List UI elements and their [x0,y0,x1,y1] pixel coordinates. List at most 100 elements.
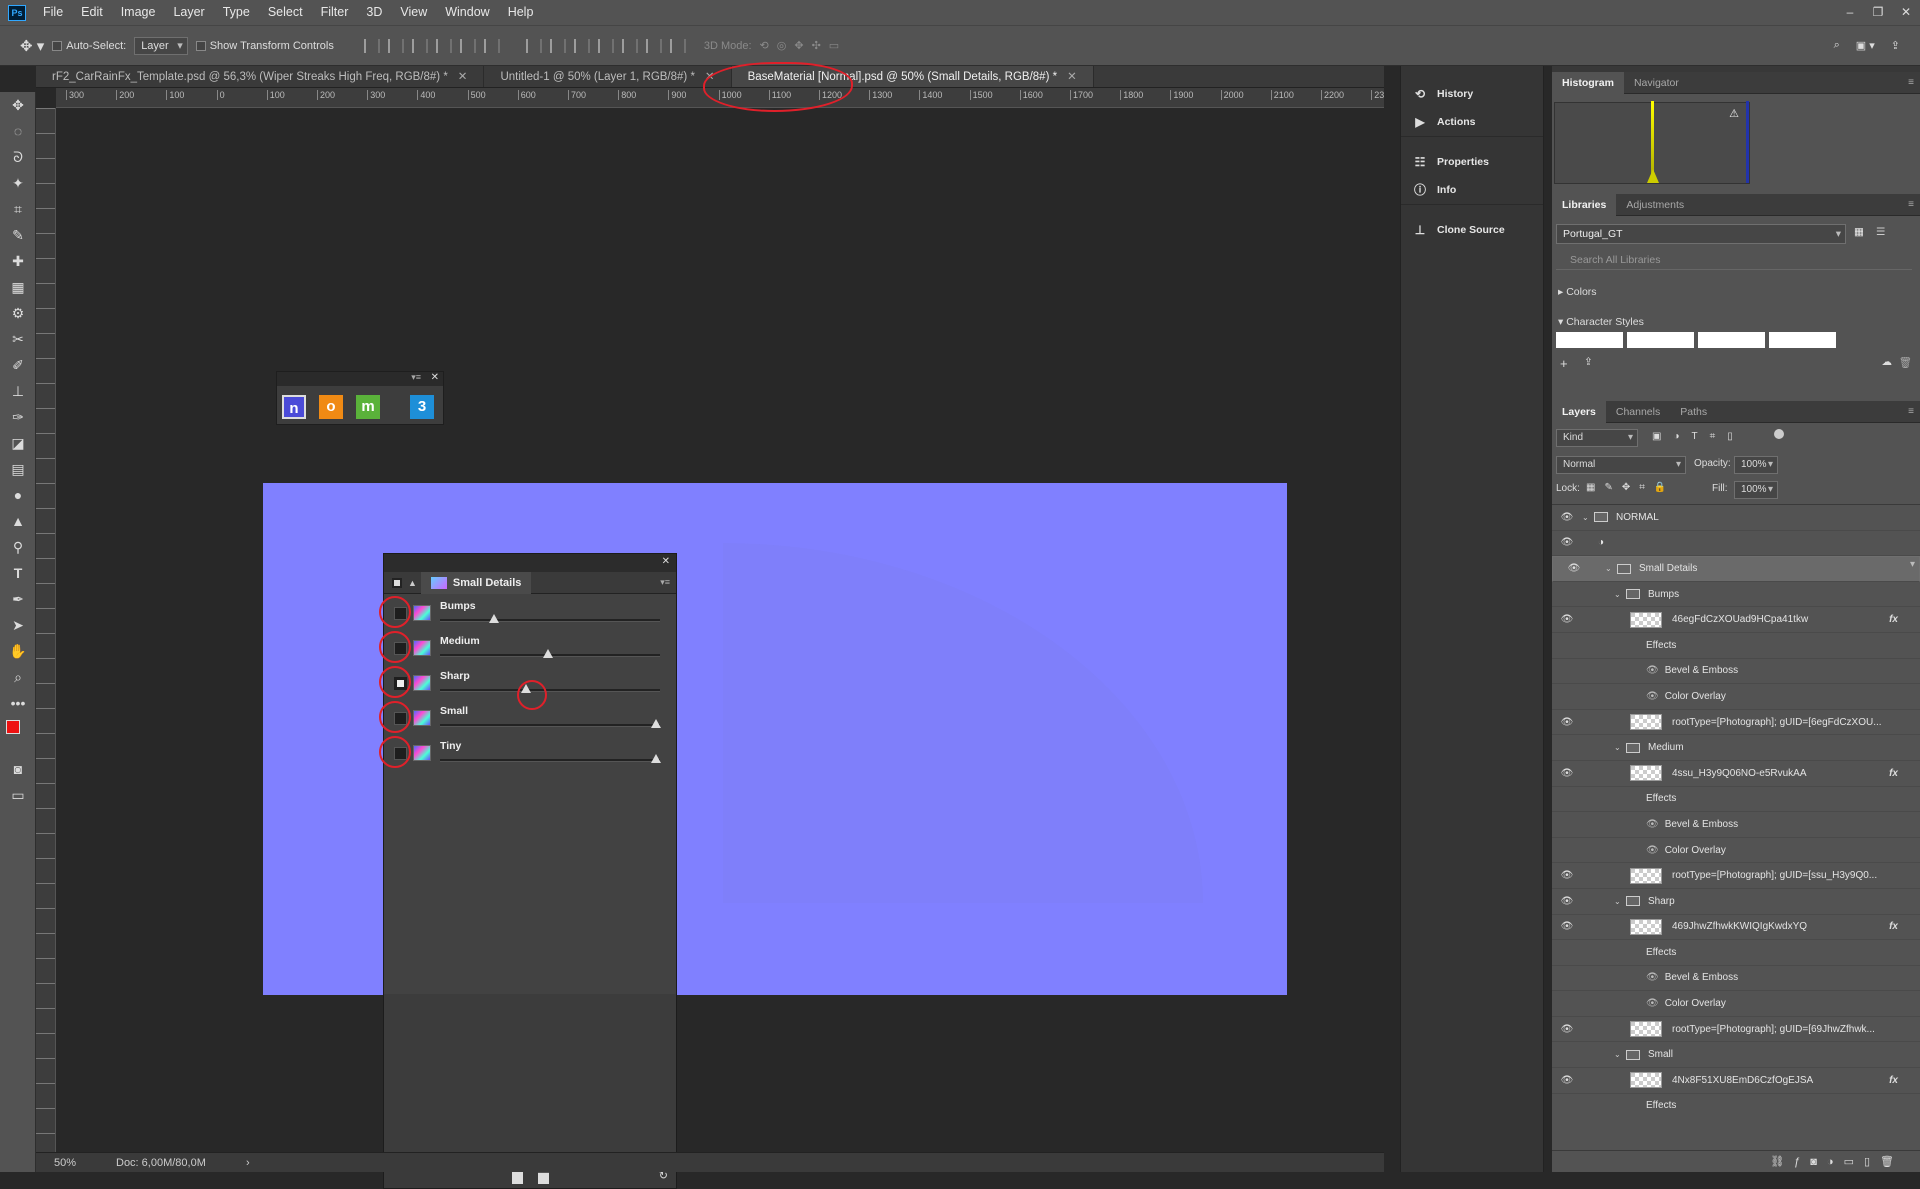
tab-adjustments[interactable]: Adjustments [1616,194,1694,216]
healing-brush-tool-icon[interactable]: ✚ [0,248,36,274]
panel-menu-icon[interactable]: ≡ [1908,406,1914,417]
cloud-icon[interactable]: ☁ [1882,356,1893,368]
layer-row[interactable]: 👁 4Nx8F51XU8EmD6CzfOgEJSA fx [1552,1068,1920,1094]
layer-row[interactable]: 👁 ⌄ NORMAL [1552,505,1920,531]
expand-chevron-icon[interactable]: ⌄ [1614,897,1626,906]
auto-select-checkbox[interactable]: Auto-Select: [52,40,126,52]
fx-icon[interactable]: fx [1889,614,1898,625]
tab-layers[interactable]: Layers [1552,400,1606,423]
menu-view[interactable]: View [391,0,436,25]
fx-icon[interactable]: fx [1889,1075,1898,1086]
close-button[interactable]: ✕ [1892,0,1920,25]
visibility-eye-icon[interactable]: 👁 [1552,1075,1582,1086]
distribute-left-icon[interactable] [597,38,614,53]
layer-row[interactable]: 👁 Bevel & Emboss [1552,966,1920,992]
layer-row[interactable]: 👁 ◑ [1552,531,1920,557]
layer-row[interactable]: 👁 46egFdCzXOUad9HCpa41tkw fx [1552,607,1920,633]
eraser-tool-icon[interactable]: ◪ [0,430,36,456]
tab-channels[interactable]: Channels [1606,401,1670,423]
quick-mask-icon[interactable]: ◙ [0,756,36,782]
fx-icon[interactable]: fx [1889,768,1898,779]
workspace-icon[interactable]: ▣ ▾ [1856,39,1875,52]
layer-row[interactable]: Effects [1552,940,1920,966]
menu-help[interactable]: Help [499,0,543,25]
filter-toggle[interactable] [1774,429,1784,439]
type-tool-icon[interactable]: T [0,560,36,586]
effect-eye-icon[interactable]: 👁 [1646,691,1659,702]
sharpen-tool-icon[interactable]: ▲ [0,508,36,534]
filter-kind-dropdown[interactable]: Kind [1556,429,1638,447]
scale-3d-icon[interactable]: ▭ [829,39,839,52]
canvas-area[interactable]: ▾≡ ✕ n o m 3 ✕ ▲ Small Details ▾≡ Bumps M… [56,108,1384,1189]
plugin-o-icon[interactable]: o [319,395,343,419]
crop-tool-icon[interactable]: ⌗ [0,196,36,222]
tab-libraries[interactable]: Libraries [1552,193,1617,216]
align-right-icon[interactable] [483,38,500,53]
layer-actions-icons[interactable]: ⛓ƒ◙◑▭▯🗑 [1770,1155,1904,1168]
patch-tool-icon[interactable]: ▦ [0,274,36,300]
distribute-vcenter-icon[interactable] [549,38,566,53]
visibility-eye-icon[interactable]: 👁 [1552,896,1582,907]
screen-mode-icon[interactable]: ▭ [0,782,36,808]
restore-button[interactable]: ❐ [1864,0,1892,25]
path-selection-tool-icon[interactable]: ➤ [0,612,36,638]
slider-track[interactable] [440,619,660,622]
layer-row[interactable]: ⌄ Small [1552,1042,1920,1069]
align-vcenter-icon[interactable] [387,38,404,53]
lock-icons[interactable]: ▦✎✥⌗🔒 [1586,482,1675,493]
panel-menu-icon[interactable]: ≡ [1908,77,1914,88]
layer-row[interactable]: 👁 Color Overlay [1552,991,1920,1017]
layer-row[interactable]: Effects [1552,1094,1920,1117]
dock-properties[interactable]: ☷ Properties [1401,148,1543,176]
align-hcenter-icon[interactable] [459,38,476,53]
char-style-swatches[interactable] [1556,332,1836,348]
layer-row[interactable]: 👁 rootType=[Photograph]; gUID=[ssu_H3y9Q0… [1552,863,1920,889]
distribute-hcenter-icon[interactable] [621,38,638,53]
menu-edit[interactable]: Edit [72,0,112,25]
magic-wand-tool-icon[interactable]: ✦ [0,170,36,196]
menu-image[interactable]: Image [112,0,165,25]
layer-row[interactable]: 👁 Color Overlay [1552,838,1920,864]
trash-icon[interactable]: 🗑 [1899,356,1912,369]
color-swatches[interactable] [0,716,36,756]
slider-track[interactable] [440,689,660,692]
tab-close-icon[interactable]: ✕ [1067,71,1077,83]
layer-row[interactable]: 👁 ⌄ Small Details [1552,556,1920,582]
gradient-tool-icon[interactable]: ▤ [0,456,36,482]
layer-row[interactable]: 👁 rootType=[Photograph]; gUID=[6egFdCzXOU… [1552,710,1920,736]
panel-close-icon[interactable]: ✕ [431,372,439,383]
minimize-button[interactable]: – [1836,0,1864,25]
layer-row[interactable]: Effects [1552,633,1920,659]
expand-chevron-icon[interactable]: ⌄ [1614,1050,1626,1059]
add-icon[interactable]: + [1560,356,1568,371]
lasso-tool-icon[interactable]: ᘐ [0,144,36,170]
align-top-icon[interactable] [363,38,380,53]
expand-chevron-icon[interactable]: ⌄ [1614,743,1626,752]
pen-tool-icon[interactable]: ✒ [0,586,36,612]
zoom-level[interactable]: 50% [36,1157,116,1169]
panel-menu-icon[interactable]: ▾≡ [411,372,421,383]
tab-close-icon[interactable]: ✕ [458,71,468,83]
slider-handle[interactable] [543,649,553,658]
search-icon[interactable]: ⌕ [1834,39,1840,52]
tab-navigator[interactable]: Navigator [1624,72,1689,94]
panel-menu-icon[interactable]: ▾≡ [660,577,670,588]
layer-row[interactable]: ⌄ Bumps [1552,582,1920,608]
pan-3d-icon[interactable]: ✥ [794,39,803,52]
brush-tool-icon[interactable]: ✐ [0,352,36,378]
tab-histogram[interactable]: Histogram [1552,71,1624,94]
library-dropdown[interactable]: Portugal_GT [1556,224,1846,244]
slider-handle[interactable] [651,719,661,728]
distribute-right-icon[interactable] [645,38,662,53]
layer-row[interactable]: 👁 4ssu_H3y9Q06NO-e5RvukAA fx [1552,761,1920,787]
expand-chevron-icon[interactable]: ⌄ [1614,590,1626,599]
dock-history[interactable]: ⟲ History [1401,80,1543,108]
dock-info[interactable]: ⓘ Info [1401,176,1543,204]
menu-filter[interactable]: Filter [312,0,358,25]
menu-window[interactable]: Window [436,0,498,25]
character-styles-section[interactable]: ▾ Character Styles [1558,316,1644,328]
auto-select-dropdown[interactable]: Layer [134,36,188,55]
slider-track[interactable] [440,724,660,727]
effect-eye-icon[interactable]: 👁 [1646,665,1659,676]
fx-icon[interactable]: fx [1889,921,1898,932]
